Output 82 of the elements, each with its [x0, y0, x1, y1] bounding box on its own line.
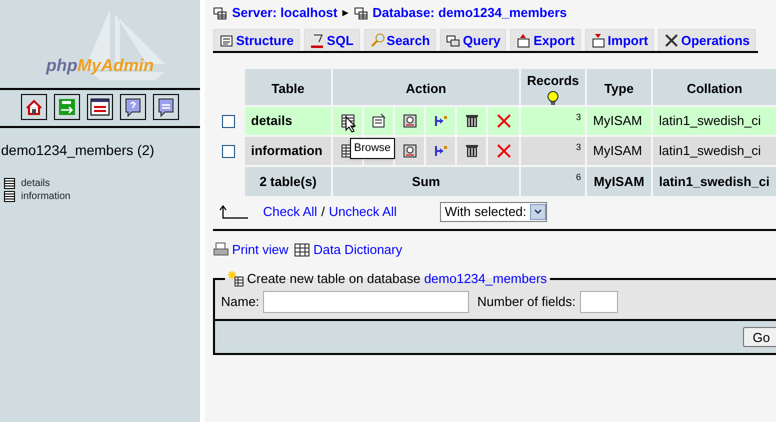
search-icon: [402, 113, 418, 129]
query-icon: [446, 33, 461, 48]
database-name[interactable]: demo1234_members (2): [0, 140, 200, 161]
name-label: Name:: [221, 292, 260, 311]
sql-window-icon: [89, 96, 111, 118]
table-name-cell[interactable]: details: [245, 107, 331, 135]
sql-window-button[interactable]: [87, 94, 113, 120]
fields-input[interactable]: [580, 290, 618, 312]
structure-icon: [219, 33, 234, 48]
print-view-link[interactable]: Print view: [213, 240, 288, 260]
check-all-link[interactable]: Check All: [263, 202, 318, 222]
sql-help-button[interactable]: [153, 94, 179, 120]
tab[interactable]: Import: [584, 29, 654, 51]
engine-total: MyISAM: [587, 167, 651, 196]
tab[interactable]: Operations: [658, 29, 756, 51]
printer-icon: [213, 242, 229, 258]
arrow-up-icon: [219, 204, 249, 220]
operations-icon: [664, 33, 680, 48]
collation-cell: latin1_swedish_ci: [653, 137, 776, 165]
row-checkbox[interactable]: [222, 114, 234, 128]
column-header: Table: [272, 80, 304, 98]
uncheck-all-link[interactable]: Uncheck All: [328, 202, 397, 222]
insert-icon: [432, 113, 448, 129]
cursor-icon: [345, 116, 356, 133]
table-icon: [4, 178, 15, 189]
collation-total: latin1_swedish_ci: [653, 167, 776, 196]
table-link[interactable]: information: [21, 189, 70, 204]
database-link[interactable]: demo1234_members: [424, 271, 547, 286]
column-header: Action: [406, 80, 446, 98]
go-button[interactable]: Go: [742, 326, 776, 346]
exit-button[interactable]: [54, 94, 80, 120]
tab[interactable]: Structure: [213, 29, 300, 51]
table-link[interactable]: details: [21, 176, 50, 191]
row-checkbox[interactable]: [222, 144, 234, 158]
bulk-action-dropdown[interactable]: With selected:: [440, 202, 548, 222]
search-icon: [370, 33, 385, 48]
engine-cell: MyISAM: [587, 137, 651, 165]
record-total: 6: [521, 167, 585, 196]
export-icon: [516, 33, 532, 48]
lightbulb-icon: [547, 90, 559, 106]
delete-icon: [496, 143, 512, 159]
exit-icon: [56, 96, 78, 118]
server-icon: [213, 6, 227, 20]
delete-icon: [496, 113, 512, 129]
engine-cell: MyISAM: [587, 107, 651, 135]
separator-arrow: ▸: [342, 6, 348, 21]
fieldset-legend: Create new table on database demo1234_members: [247, 269, 547, 288]
new-table-icon: [228, 270, 244, 287]
insert-icon: [432, 143, 448, 159]
table-name-cell[interactable]: information: [245, 137, 331, 165]
search-icon: [402, 143, 418, 159]
record-count: 3: [521, 107, 585, 135]
column-header: Records: [526, 72, 580, 90]
dropdown-caret-icon: [530, 204, 546, 220]
collation-cell: latin1_swedish_ci: [653, 107, 776, 135]
fields-label: Number of fields:: [477, 292, 576, 311]
name-input[interactable]: [263, 290, 470, 312]
slash-separator: /: [321, 203, 325, 222]
database-link[interactable]: Database: demo1234_members: [372, 3, 567, 23]
help-button[interactable]: [120, 94, 146, 120]
tab[interactable]: Export: [510, 29, 581, 51]
table-count: 2 table(s): [245, 167, 331, 196]
logo-text: phpMyAdmin: [46, 54, 154, 76]
data-dictionary-link[interactable]: Data Dictionary: [294, 240, 402, 260]
record-count: 3: [521, 137, 585, 165]
server-link[interactable]: Server: localhost: [232, 3, 338, 23]
tab[interactable]: SQL: [304, 29, 360, 51]
database-icon: [354, 6, 368, 20]
column-header: Type: [604, 80, 634, 98]
trash-icon: [464, 113, 480, 129]
properties-icon: [370, 113, 386, 129]
tooltip: Browse: [350, 138, 395, 158]
tab[interactable]: Search: [364, 29, 436, 51]
table-icon: [294, 242, 310, 258]
column-header: Collation: [686, 80, 742, 98]
table-icon: [4, 191, 15, 202]
sum-label: Sum: [333, 167, 519, 196]
tab[interactable]: Query: [440, 29, 506, 51]
trash-icon: [464, 143, 480, 159]
sql-icon: [310, 33, 325, 48]
home-button[interactable]: [21, 94, 47, 120]
import-icon: [590, 33, 606, 48]
